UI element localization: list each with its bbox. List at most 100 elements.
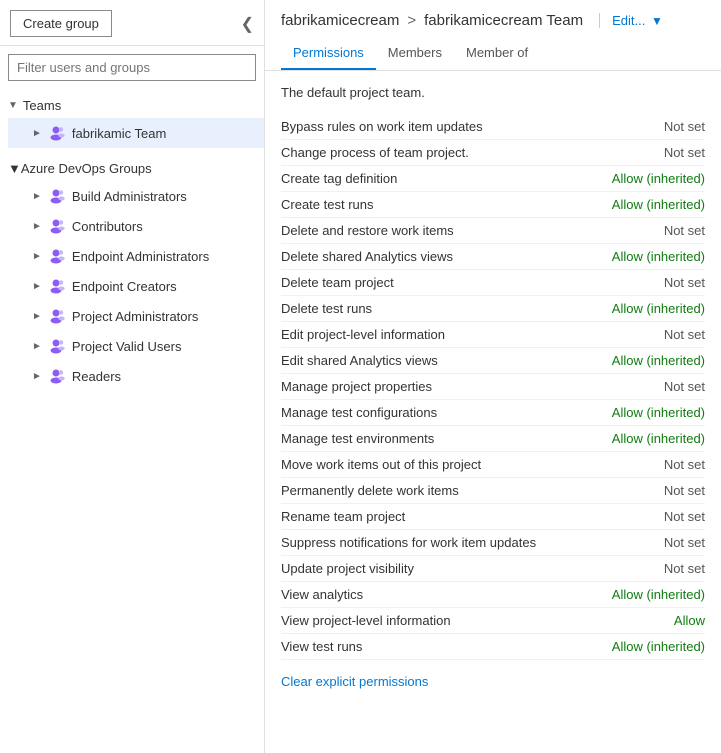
item-chevron-icon: ► <box>32 251 42 262</box>
permission-name: Delete and restore work items <box>281 223 565 238</box>
permission-value: Allow <box>565 613 705 628</box>
permission-name: Manage project properties <box>281 379 565 394</box>
teams-section: ▼ Teams ► fabrikamic Team <box>0 89 264 152</box>
breadcrumb-dropdown-icon[interactable]: ▼ <box>651 14 663 28</box>
permission-name: View analytics <box>281 587 565 602</box>
collapse-icon[interactable]: ❮ <box>241 14 254 34</box>
breadcrumb-edit-link[interactable]: Edit... ▼ <box>599 13 663 28</box>
permission-value: Not set <box>565 483 705 498</box>
permission-value: Not set <box>565 327 705 342</box>
permission-name: Change process of team project. <box>281 145 565 160</box>
permission-row: Permanently delete work items Not set <box>281 478 705 504</box>
permission-name: Manage test environments <box>281 431 565 446</box>
permission-name: Create test runs <box>281 197 565 212</box>
permission-row: Delete team project Not set <box>281 270 705 296</box>
breadcrumb-org: fabrikamicecream <box>281 12 399 29</box>
sidebar-item-fabrikamic-team[interactable]: ► fabrikamic Team <box>8 118 264 148</box>
permission-row: Rename team project Not set <box>281 504 705 530</box>
permission-name: View project-level information <box>281 613 565 628</box>
permission-value: Allow (inherited) <box>565 587 705 602</box>
permission-value: Not set <box>565 275 705 290</box>
permission-row: Suppress notifications for work item upd… <box>281 530 705 556</box>
sidebar-item-endpoint-administrators[interactable]: ► Endpoint Administrators <box>8 241 264 271</box>
azure-groups-header[interactable]: ▼ Azure DevOps Groups <box>0 156 264 181</box>
main-panel: fabrikamicecream > fabrikamicecream Team… <box>265 0 721 753</box>
sidebar-item-build-administrators[interactable]: ► Build Administrators <box>8 181 264 211</box>
default-project-text: The default project team. <box>281 85 705 100</box>
permission-value: Allow (inherited) <box>565 353 705 368</box>
azure-groups-chevron-icon: ▼ <box>8 161 21 176</box>
permission-name: Edit project-level information <box>281 327 565 342</box>
create-group-button[interactable]: Create group <box>10 10 112 37</box>
permission-value: Not set <box>565 457 705 472</box>
permission-row: Edit project-level information Not set <box>281 322 705 348</box>
group-icon <box>46 306 66 326</box>
permission-value: Not set <box>565 145 705 160</box>
clear-explicit-permissions-link[interactable]: Clear explicit permissions <box>281 674 428 689</box>
permission-value: Not set <box>565 223 705 238</box>
permission-name: Move work items out of this project <box>281 457 565 472</box>
azure-groups-section: ▼ Azure DevOps Groups ► Build Administra… <box>0 152 264 395</box>
sidebar-item-project-valid-users[interactable]: ► Project Valid Users <box>8 331 264 361</box>
item-chevron-icon: ► <box>32 128 42 139</box>
item-chevron-icon: ► <box>32 311 42 322</box>
permission-name: Rename team project <box>281 509 565 524</box>
tab-members[interactable]: Members <box>376 39 454 70</box>
permission-value: Allow (inherited) <box>565 431 705 446</box>
group-item-label: Endpoint Creators <box>72 279 177 294</box>
item-chevron-icon: ► <box>32 371 42 382</box>
group-icon <box>46 336 66 356</box>
sidebar-item-readers[interactable]: ► Readers <box>8 361 264 391</box>
teams-section-label: Teams <box>23 98 61 113</box>
tabs: PermissionsMembersMember of <box>281 39 705 70</box>
item-chevron-icon: ► <box>32 221 42 232</box>
permission-value: Allow (inherited) <box>565 639 705 654</box>
permission-value: Not set <box>565 561 705 576</box>
group-item-label: Readers <box>72 369 121 384</box>
sidebar-item-contributors[interactable]: ► Contributors <box>8 211 264 241</box>
permission-value: Not set <box>565 509 705 524</box>
permission-name: Delete shared Analytics views <box>281 249 565 264</box>
permission-value: Allow (inherited) <box>565 405 705 420</box>
item-chevron-icon: ► <box>32 281 42 292</box>
permission-row: Manage test configurations Allow (inheri… <box>281 400 705 426</box>
group-item-label: Build Administrators <box>72 189 187 204</box>
permission-value: Allow (inherited) <box>565 197 705 212</box>
team-icon <box>46 123 66 143</box>
permission-row: Change process of team project. Not set <box>281 140 705 166</box>
edit-label: Edit... <box>612 13 645 28</box>
teams-section-header[interactable]: ▼ Teams <box>0 93 264 118</box>
permission-value: Not set <box>565 379 705 394</box>
main-header: fabrikamicecream > fabrikamicecream Team… <box>265 0 721 71</box>
permission-value: Allow (inherited) <box>565 301 705 316</box>
permission-value: Allow (inherited) <box>565 171 705 186</box>
tab-permissions[interactable]: Permissions <box>281 39 376 70</box>
permission-row: Delete shared Analytics views Allow (inh… <box>281 244 705 270</box>
permission-name: Delete test runs <box>281 301 565 316</box>
permission-name: Update project visibility <box>281 561 565 576</box>
permission-row: View project-level information Allow <box>281 608 705 634</box>
group-item-label: Contributors <box>72 219 143 234</box>
breadcrumb-team: fabrikamicecream Team <box>424 12 583 29</box>
permission-value: Not set <box>565 535 705 550</box>
permission-value: Not set <box>565 119 705 134</box>
sidebar-item-project-administrators[interactable]: ► Project Administrators <box>8 301 264 331</box>
group-item-label: Endpoint Administrators <box>72 249 209 264</box>
group-item-label: Project Administrators <box>72 309 198 324</box>
breadcrumb: fabrikamicecream > fabrikamicecream Team… <box>281 12 705 29</box>
tab-member-of[interactable]: Member of <box>454 39 540 70</box>
breadcrumb-separator: > <box>407 12 416 29</box>
fabrikamic-team-label: fabrikamic Team <box>72 126 166 141</box>
permission-name: Edit shared Analytics views <box>281 353 565 368</box>
group-item-label: Project Valid Users <box>72 339 182 354</box>
permission-row: Move work items out of this project Not … <box>281 452 705 478</box>
filter-input[interactable] <box>8 54 256 81</box>
group-icon <box>46 246 66 266</box>
sidebar-item-endpoint-creators[interactable]: ► Endpoint Creators <box>8 271 264 301</box>
permission-row: Delete test runs Allow (inherited) <box>281 296 705 322</box>
permission-name: Suppress notifications for work item upd… <box>281 535 565 550</box>
permissions-table: Bypass rules on work item updates Not se… <box>281 114 705 660</box>
permission-value: Allow (inherited) <box>565 249 705 264</box>
permission-row: Edit shared Analytics views Allow (inher… <box>281 348 705 374</box>
group-icon <box>46 276 66 296</box>
